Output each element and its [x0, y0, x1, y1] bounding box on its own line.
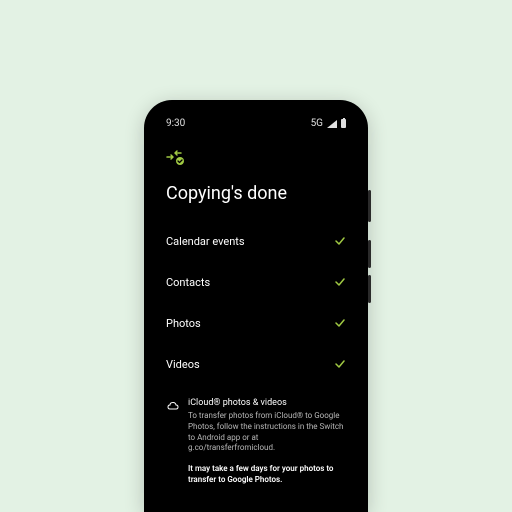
- phone-screen: 9:30 5G Copying's done Calendar events: [148, 104, 364, 512]
- cloud-icon: [166, 398, 180, 417]
- list-item-label: Videos: [166, 358, 200, 371]
- page-title: Copying's done: [166, 183, 346, 204]
- list-item-contacts: Contacts: [166, 273, 346, 292]
- status-bar: 9:30 5G: [166, 118, 346, 129]
- list-item-label: Photos: [166, 317, 201, 330]
- check-icon: [334, 314, 346, 333]
- status-indicators: 5G: [311, 118, 346, 129]
- list-item-label: Calendar events: [166, 235, 245, 248]
- check-icon: [334, 232, 346, 251]
- battery-icon: [341, 119, 346, 128]
- list-item-photos: Photos: [166, 314, 346, 333]
- info-note: It may take a few days for your photos t…: [188, 464, 346, 486]
- volume-up-button-physical: [368, 240, 371, 268]
- phone-frame: 9:30 5G Copying's done Calendar events: [144, 100, 368, 512]
- signal-icon: [327, 120, 337, 128]
- transfer-complete-icon: [166, 149, 346, 171]
- list-item-videos: Videos: [166, 355, 346, 374]
- power-button-physical: [368, 190, 371, 222]
- volume-down-button-physical: [368, 275, 371, 303]
- clock: 9:30: [166, 118, 185, 129]
- check-icon: [334, 273, 346, 292]
- transfer-list: Calendar events Contacts Photos Videos: [166, 232, 346, 374]
- info-title: iCloud® photos & videos: [188, 398, 346, 408]
- check-icon: [334, 355, 346, 374]
- info-body: To transfer photos from iCloud® to Googl…: [188, 411, 346, 454]
- network-label: 5G: [311, 118, 323, 129]
- icloud-info-section: iCloud® photos & videos To transfer phot…: [166, 398, 346, 486]
- list-item-label: Contacts: [166, 276, 210, 289]
- list-item-calendar: Calendar events: [166, 232, 346, 251]
- icloud-info-text: iCloud® photos & videos To transfer phot…: [188, 398, 346, 486]
